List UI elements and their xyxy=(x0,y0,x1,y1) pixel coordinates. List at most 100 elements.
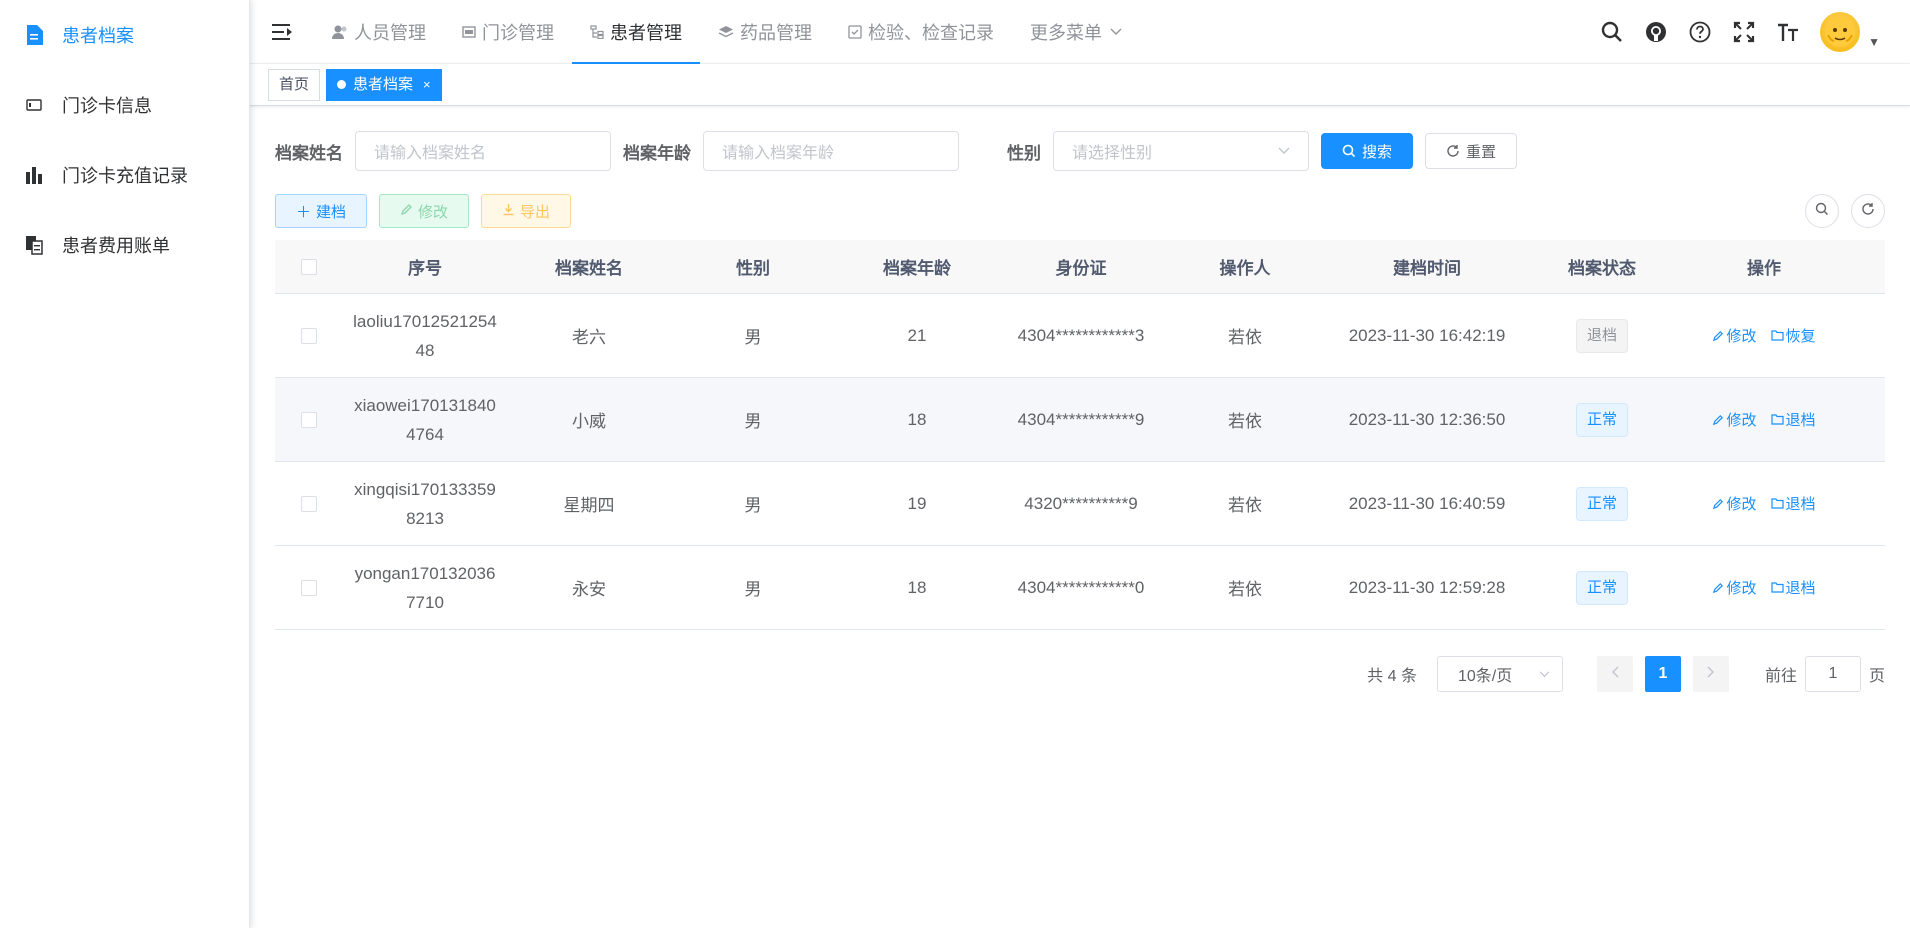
status-badge: 退档 xyxy=(1575,318,1628,353)
reset-button[interactable]: 重置 xyxy=(1425,133,1518,169)
row-checkbox[interactable] xyxy=(301,579,317,596)
column-header: 档案年龄 xyxy=(883,259,951,278)
record-status-cell: 正常 xyxy=(1527,378,1677,461)
age-filter-label: 档案年龄 xyxy=(623,143,691,163)
search-button[interactable]: 搜索 xyxy=(1321,133,1414,169)
goto-page-input[interactable]: 1 xyxy=(1804,656,1861,692)
sidebar-item-patient-bills[interactable]: 患者费用账单 xyxy=(0,210,249,280)
pagination-total: 共 4 条 xyxy=(1367,668,1417,685)
folder-icon xyxy=(1770,414,1784,425)
top-menu-patient[interactable]: 患者管理 xyxy=(572,0,700,64)
search-icon xyxy=(1342,144,1356,158)
close-icon[interactable]: × xyxy=(423,70,431,100)
export-button[interactable]: 导出 xyxy=(481,194,572,228)
prev-page-button[interactable] xyxy=(1596,656,1633,692)
row-checkbox[interactable] xyxy=(301,495,317,512)
sidebar-item-label: 门诊卡充值记录 xyxy=(62,166,188,186)
navbar-right-tools: ▼ xyxy=(1600,0,1880,64)
edit-icon xyxy=(1712,498,1724,510)
refresh-table-button[interactable] xyxy=(1851,194,1885,228)
record-age: 19 xyxy=(907,493,927,513)
top-menu-lab-records[interactable]: 检验、检查记录 xyxy=(830,0,1012,64)
record-operator: 若依 xyxy=(1228,496,1262,515)
column-header: 性别 xyxy=(736,259,770,278)
edit-link[interactable]: 修改 xyxy=(1712,325,1757,346)
tag-patient-records[interactable]: 患者档案 × xyxy=(326,68,442,101)
record-name: 星期四 xyxy=(563,496,615,515)
name-filter-label: 档案姓名 xyxy=(275,143,343,163)
add-record-button[interactable]: ＋ 建档 xyxy=(275,194,368,228)
hamburger-menu-icon[interactable] xyxy=(250,0,314,64)
archive-link[interactable]: 退档 xyxy=(1770,409,1816,430)
record-status-cell: 正常 xyxy=(1527,462,1677,545)
bill-icon xyxy=(24,235,44,255)
sidebar-item-recharge-records[interactable]: 门诊卡充值记录 xyxy=(0,140,249,210)
toggle-search-button[interactable] xyxy=(1805,194,1839,228)
layers-icon xyxy=(718,25,734,39)
bar-chart-icon xyxy=(24,165,44,185)
edit-link[interactable]: 修改 xyxy=(1712,493,1757,514)
patient-records-table: 序号 档案姓名 性别 档案年龄 身份证 操作人 建档时间 档案状态 操作 lao… xyxy=(275,240,1885,630)
row-select-cell xyxy=(275,462,343,545)
edit-icon xyxy=(1712,330,1724,342)
fullscreen-icon[interactable] xyxy=(1732,20,1756,44)
record-actions: 修改 退档 xyxy=(1677,378,1851,461)
page-number-button[interactable]: 1 xyxy=(1644,656,1681,692)
select-all-checkbox[interactable] xyxy=(301,258,317,275)
record-idcard: 4304************0 xyxy=(1017,577,1145,597)
edit-icon xyxy=(400,203,413,220)
record-gender: 男 xyxy=(744,328,762,347)
next-page-button[interactable] xyxy=(1692,656,1729,692)
record-name: 老六 xyxy=(572,328,606,347)
age-filter-input[interactable]: 请输入档案年龄 xyxy=(703,131,959,171)
github-icon[interactable] xyxy=(1644,20,1668,44)
avatar-dropdown-caret-icon[interactable]: ▼ xyxy=(1868,35,1880,49)
record-idcard: 4320**********9 xyxy=(1024,493,1138,513)
search-icon[interactable] xyxy=(1600,20,1624,44)
restore-link-label: 恢复 xyxy=(1785,328,1816,345)
name-filter-placeholder: 请输入档案姓名 xyxy=(374,145,487,162)
top-menu-label: 检验、检查记录 xyxy=(868,22,994,43)
chevron-down-icon xyxy=(1278,142,1290,160)
top-menu-personnel[interactable]: 人员管理 xyxy=(314,0,444,64)
edit-link-label: 修改 xyxy=(1726,328,1757,345)
record-gender: 男 xyxy=(744,412,762,431)
page-size-select[interactable]: 10条/页 xyxy=(1436,656,1563,692)
row-select-cell xyxy=(275,294,343,377)
edit-icon xyxy=(1712,582,1724,594)
table-row: laoliu1701252125448 老六 男 21 4304********… xyxy=(275,294,1885,378)
people-icon xyxy=(332,24,348,40)
tag-home[interactable]: 首页 xyxy=(268,68,321,101)
restore-link[interactable]: 恢复 xyxy=(1770,325,1816,346)
font-size-icon[interactable] xyxy=(1776,20,1800,44)
edit-record-label: 修改 xyxy=(418,203,449,221)
help-icon[interactable] xyxy=(1688,20,1712,44)
top-menu-more[interactable]: 更多菜单 xyxy=(1012,0,1140,64)
top-menu-clinic[interactable]: 门诊管理 xyxy=(444,0,572,64)
card-icon xyxy=(24,95,44,115)
row-checkbox[interactable] xyxy=(301,411,317,428)
archive-link[interactable]: 退档 xyxy=(1770,577,1816,598)
record-gender: 男 xyxy=(744,580,762,599)
top-menu-drugs[interactable]: 药品管理 xyxy=(700,0,830,64)
record-time: 2023-11-30 12:36:50 xyxy=(1348,409,1506,429)
sidebar-item-patient-records[interactable]: 患者档案 xyxy=(0,0,249,70)
search-button-label: 搜索 xyxy=(1362,143,1393,161)
edit-record-button[interactable]: 修改 xyxy=(379,194,470,228)
row-checkbox[interactable] xyxy=(301,327,317,344)
header-select-all xyxy=(275,240,343,293)
archive-link-label: 退档 xyxy=(1785,412,1816,429)
main-content: 档案姓名 请输入档案姓名 档案年龄 请输入档案年龄 性别 请选择性别 搜索 重置… xyxy=(250,106,1910,928)
edit-link[interactable]: 修改 xyxy=(1712,409,1757,430)
status-badge: 正常 xyxy=(1575,486,1628,521)
record-actions: 修改 退档 xyxy=(1677,462,1851,545)
edit-link[interactable]: 修改 xyxy=(1712,577,1757,598)
archive-link[interactable]: 退档 xyxy=(1770,493,1816,514)
record-operator: 若依 xyxy=(1228,580,1262,599)
gender-filter-select[interactable]: 请选择性别 xyxy=(1053,131,1309,171)
sidebar-item-clinic-card[interactable]: 门诊卡信息 xyxy=(0,70,249,140)
column-header: 档案状态 xyxy=(1568,259,1636,278)
record-operator: 若依 xyxy=(1228,412,1262,431)
name-filter-input[interactable]: 请输入档案姓名 xyxy=(355,131,611,171)
avatar[interactable] xyxy=(1820,12,1861,52)
